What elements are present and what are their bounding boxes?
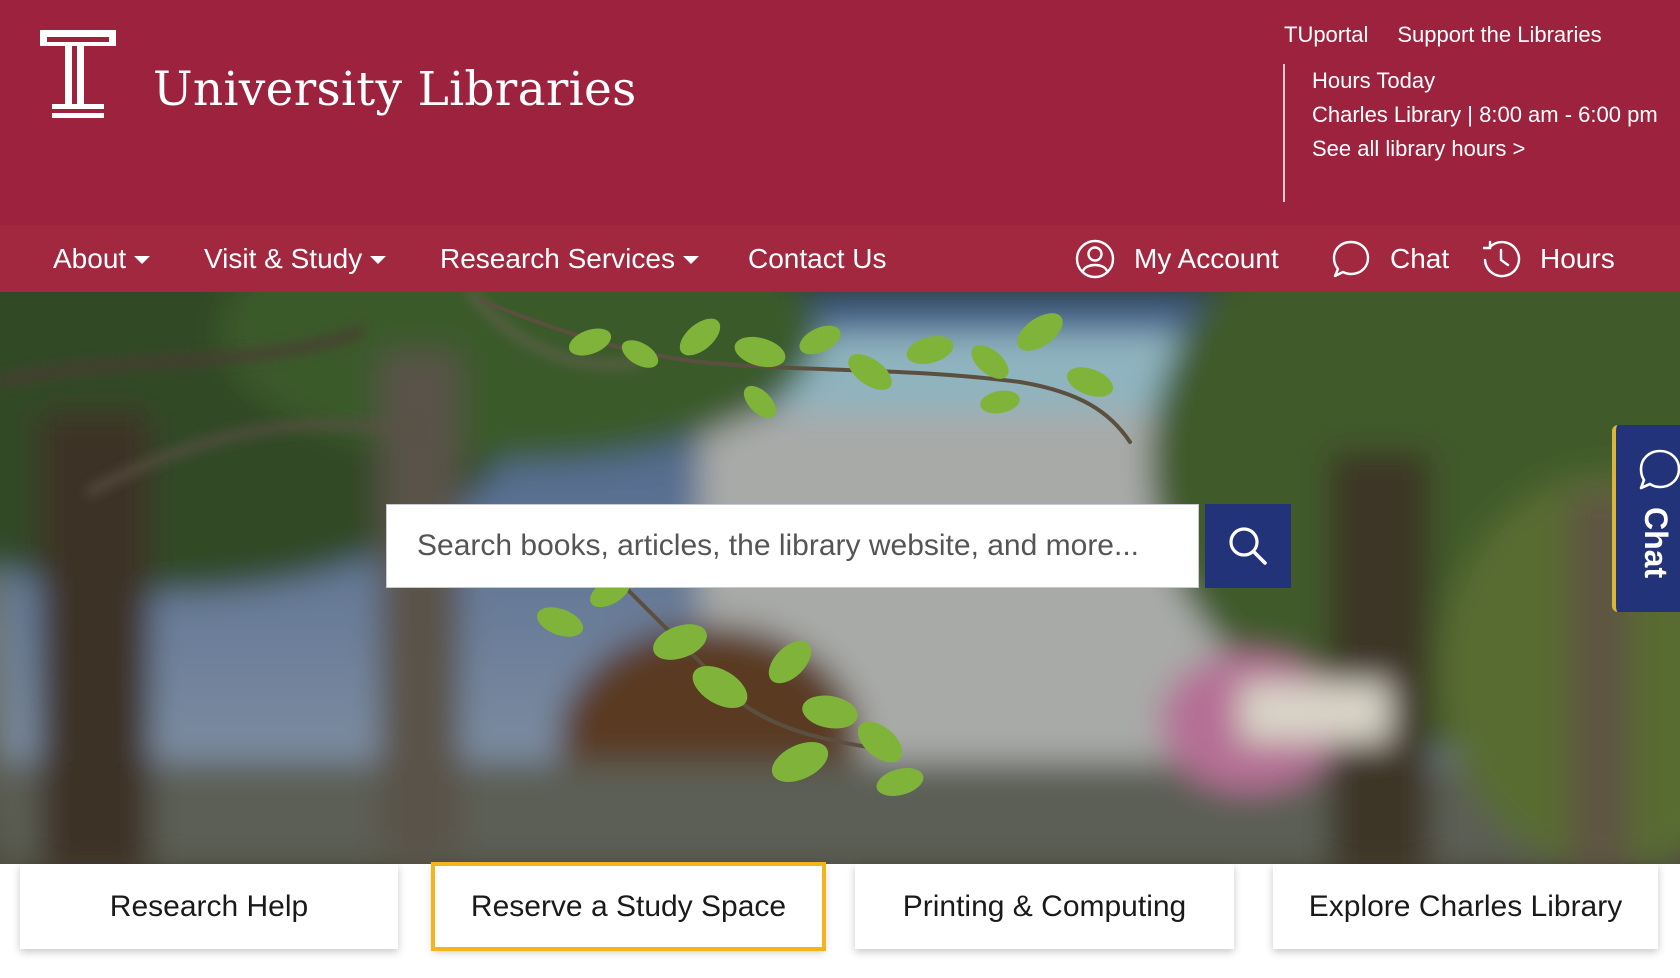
quick-link-explore-charles-library[interactable]: Explore Charles Library (1273, 864, 1658, 949)
main-navigation: About Visit & Study Research Services Co… (0, 225, 1680, 292)
chat-bubble-icon (1639, 449, 1680, 490)
clock-icon (1482, 240, 1521, 277)
search-icon (1229, 527, 1267, 565)
user-circle-icon (1075, 239, 1115, 278)
all-hours-link[interactable]: See all library hours > (1312, 132, 1663, 166)
nav-chat-label: Chat (1390, 242, 1450, 274)
quick-link-research-help[interactable]: Research Help (20, 864, 398, 949)
nav-research-services-label: Research Services (440, 242, 675, 274)
nav-visit-study-label: Visit & Study (204, 242, 363, 274)
quick-link-printing-computing[interactable]: Printing & Computing (855, 864, 1234, 949)
hours-heading: Hours Today (1312, 68, 1436, 93)
caret-down-icon (134, 255, 151, 264)
nav-hours[interactable]: Hours (1481, 225, 1615, 292)
chat-tab-label: Chat (1638, 507, 1674, 579)
nav-about[interactable]: About (53, 225, 151, 292)
search-input[interactable] (386, 504, 1199, 588)
nav-research-services[interactable]: Research Services (440, 225, 699, 292)
site-header: University Libraries TUportal Support th… (0, 0, 1680, 225)
nav-visit-study[interactable]: Visit & Study (204, 225, 387, 292)
nav-chat[interactable]: Chat (1331, 225, 1449, 292)
temple-t-logo-icon (40, 30, 116, 118)
utility-links: TUportal Support the Libraries (1284, 22, 1602, 48)
tuportal-link[interactable]: TUportal (1284, 22, 1368, 48)
quick-link-reserve-study-space[interactable]: Reserve a Study Space (431, 862, 826, 951)
caret-down-icon (370, 255, 387, 264)
nav-contact-us-label: Contact Us (748, 242, 887, 274)
quick-links: Research Help Reserve a Study Space Prin… (0, 862, 1680, 978)
support-libraries-link[interactable]: Support the Libraries (1397, 22, 1601, 48)
search-button[interactable] (1205, 504, 1291, 588)
hours-today-panel: Hours Today Charles Library | 8:00 am - … (1283, 64, 1663, 202)
nav-my-account[interactable]: My Account (1075, 225, 1279, 292)
nav-about-label: About (53, 242, 127, 274)
hero-banner: Chat (0, 292, 1680, 864)
nav-contact-us[interactable]: Contact Us (748, 225, 887, 292)
floating-chat-tab[interactable]: Chat (1612, 425, 1680, 612)
site-title[interactable]: University Libraries (153, 62, 637, 117)
caret-down-icon (682, 255, 699, 264)
search-form (386, 504, 1291, 588)
hours-detail: Charles Library | 8:00 am - 6:00 pm (1312, 102, 1658, 127)
nav-my-account-label: My Account (1134, 242, 1279, 274)
chat-bubble-icon (1332, 240, 1370, 277)
nav-hours-label: Hours (1540, 242, 1615, 274)
